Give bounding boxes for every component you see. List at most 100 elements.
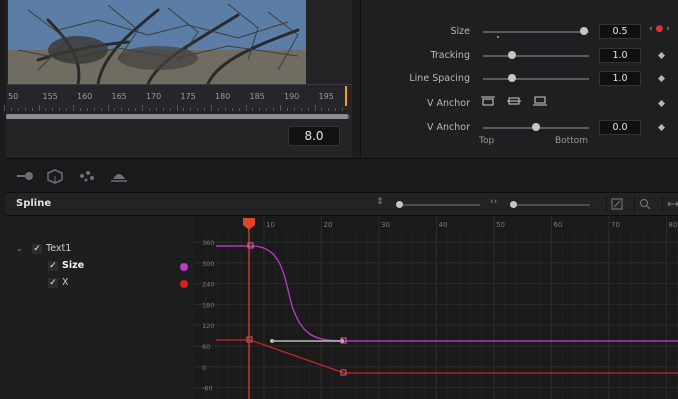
horizontal-zoom-thumb[interactable]: [510, 201, 517, 208]
anchor-top-icon[interactable]: [481, 96, 495, 106]
size-slider-thumb[interactable]: [579, 27, 588, 35]
graph-grid-vertical: [205, 216, 678, 399]
graph-x-axis-labels: 10 20 30 40 50 60 70 80: [266, 221, 677, 229]
vertical-zoom-thumb[interactable]: [396, 201, 403, 208]
ruler-tick: [335, 108, 337, 111]
keyframe-nav[interactable]: ‹ ● ›: [649, 24, 670, 34]
size-curve-color-dot: [180, 263, 188, 271]
particle-icon[interactable]: [76, 167, 98, 185]
keyframe-tool-icon[interactable]: [14, 167, 36, 185]
ruler-tick: [197, 108, 199, 111]
tracking-slider-track[interactable]: [483, 55, 589, 57]
tree-item-x[interactable]: ✓ X: [48, 277, 69, 291]
ruler-tick: [114, 108, 116, 111]
y-axis-label: 360: [202, 239, 214, 247]
tree-item-text1[interactable]: ✓ Text1: [32, 243, 71, 257]
ruler-tick: [328, 108, 330, 111]
tracking-value-field[interactable]: 1.0: [599, 48, 641, 63]
tracking-slider-thumb[interactable]: [507, 51, 516, 59]
inspector-panel: Size 0.5 ‹ ● › Tracking 1.0 Line Spacing…: [360, 0, 678, 158]
y-axis-label: -60: [202, 385, 213, 393]
viewer-panel: 50 155 160 165 170 175 180 185 190 195 8.0: [4, 0, 352, 158]
ruler-tick: [169, 108, 171, 111]
tree-item-label: X: [62, 277, 69, 288]
ruler-tick: [142, 105, 143, 111]
ruler-tick: [66, 108, 68, 111]
x-axis-label: 60: [554, 221, 563, 229]
size-slider-track[interactable]: [483, 31, 589, 33]
ruler-label: 170: [146, 92, 162, 101]
bezier-handle-point[interactable]: [270, 339, 274, 343]
line-spacing-keyframe-icon[interactable]: [657, 74, 666, 83]
chevron-down-icon[interactable]: ⌄: [16, 244, 23, 253]
tree-photo-image: [8, 0, 306, 84]
spline-graph[interactable]: 10 20 30 40 50 60 70 80 360 300 240 180 120 60 0 -60: [194, 216, 678, 399]
y-axis-label: 180: [202, 301, 214, 309]
size-value-field[interactable]: 0.5: [599, 24, 641, 39]
ruler-tick: [59, 108, 61, 111]
ruler-tick: [190, 108, 192, 111]
tree-item-label: Text1: [46, 243, 72, 254]
v-anchor-slider-keyframe-icon[interactable]: [657, 123, 666, 132]
ruler-tick: [314, 105, 316, 111]
ruler-label: 195: [318, 92, 334, 101]
scrub-bar-fill[interactable]: [6, 114, 348, 119]
line-spacing-slider-track[interactable]: [483, 78, 589, 80]
x-axis-label: 10: [266, 221, 275, 229]
zoom-icon[interactable]: [634, 196, 654, 213]
ruler-label: 185: [249, 92, 265, 101]
ruler-tick: [135, 108, 137, 111]
x-axis-label: 20: [324, 221, 333, 229]
line-spacing-slider-thumb[interactable]: [507, 74, 516, 82]
ruler-tick: [224, 108, 226, 111]
y-axis-label: 240: [202, 281, 214, 289]
ruler-tick: [300, 108, 302, 111]
vertical-zoom-track[interactable]: [398, 204, 480, 206]
next-keyframe-icon[interactable]: ›: [666, 24, 670, 34]
spline-graph-canvas[interactable]: 10 20 30 40 50 60 70 80 360 300 240 180 120 60 0 -60: [194, 216, 678, 399]
ruler-tick: [31, 108, 33, 111]
ruler-tick: [10, 108, 12, 111]
viewer-playhead[interactable]: [345, 86, 347, 106]
3d-box-icon[interactable]: [44, 167, 66, 185]
spline-header: Spline ⇕ ‹›: [6, 192, 678, 216]
tree-item-size[interactable]: ✓ Size: [48, 260, 84, 274]
fit-icon[interactable]: [606, 196, 626, 213]
size-checkbox[interactable]: ✓: [48, 260, 58, 271]
v-anchor-slider-thumb[interactable]: [532, 123, 540, 131]
ruler-tick: [17, 108, 19, 111]
tracking-keyframe-icon[interactable]: [657, 51, 666, 60]
expand-icon[interactable]: [662, 196, 678, 213]
lamp-icon[interactable]: [108, 167, 130, 185]
ruler-label: 165: [111, 92, 127, 101]
horizontal-zoom-track[interactable]: [512, 204, 590, 206]
line-spacing-value-field[interactable]: 1.0: [599, 71, 641, 86]
keyframe-active-icon[interactable]: ●: [655, 24, 663, 34]
y-axis-label: 300: [202, 260, 214, 268]
timeline-ruler[interactable]: 50 155 160 165 170 175 180 185 190 195: [4, 84, 352, 111]
ruler-tick: [321, 108, 323, 111]
ruler-tick: [217, 108, 219, 111]
tracking-label: Tracking: [430, 50, 470, 61]
anchor-middle-icon[interactable]: [507, 96, 521, 106]
v-anchor-value-field[interactable]: 0.0: [599, 120, 641, 135]
viewer-image: [8, 0, 306, 84]
graph-playhead-handle[interactable]: [243, 218, 255, 230]
y-axis-label: 120: [202, 322, 214, 330]
current-frame-field[interactable]: 8.0: [288, 126, 340, 146]
ruler-label: 175: [180, 92, 196, 101]
x-axis-label: 50: [496, 221, 505, 229]
x-checkbox[interactable]: ✓: [48, 277, 58, 288]
x-axis-label: 30: [381, 221, 390, 229]
anchor-bottom-icon[interactable]: [533, 96, 547, 106]
text1-checkbox[interactable]: ✓: [32, 243, 42, 254]
vertical-zoom-icon: ⇕: [376, 197, 384, 207]
ruler-tick: [86, 108, 88, 111]
ruler-tick: [204, 108, 206, 111]
size-label: Size: [450, 26, 470, 37]
v-anchor-keyframe-icon[interactable]: [657, 99, 666, 108]
v-anchor-label: V Anchor: [426, 98, 470, 109]
ruler-label: 190: [284, 92, 300, 101]
prev-keyframe-icon[interactable]: ‹: [649, 24, 653, 34]
ruler-tick: [155, 108, 157, 111]
